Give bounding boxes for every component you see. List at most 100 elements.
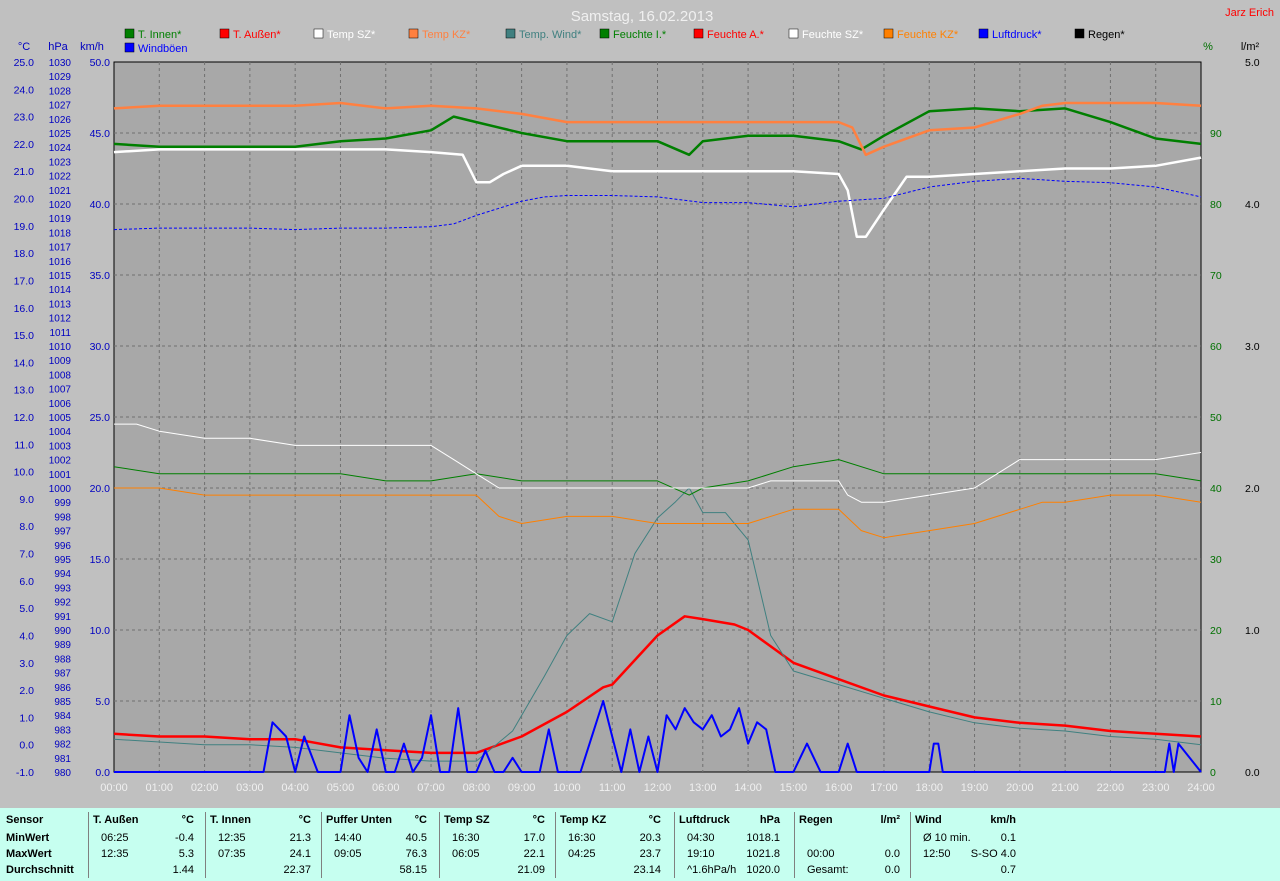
- stats-time: 07:35: [218, 848, 246, 860]
- temp-tick-label: 7.0: [19, 549, 34, 561]
- stats-value: 0.7: [1000, 864, 1016, 876]
- pressure-tick-label: 1001: [49, 470, 72, 481]
- stats-time: 12:50: [923, 848, 951, 860]
- temp-tick-label: 5.0: [19, 603, 34, 615]
- wind-tick-label: 40.0: [90, 199, 111, 211]
- wind-tick-label: 0.0: [95, 767, 110, 779]
- pressure-tick-label: 1014: [49, 285, 72, 296]
- humidity-tick-label: 50: [1210, 412, 1222, 424]
- humidity-tick-label: 0: [1210, 767, 1216, 779]
- rain-tick-label: 0.0: [1245, 767, 1260, 779]
- wind-tick-label: 25.0: [90, 412, 111, 424]
- x-tick-label: 06:00: [372, 782, 400, 794]
- stats-value: 58.15: [399, 864, 427, 876]
- stats-row: 16:30 17.0: [441, 832, 553, 847]
- temp-tick-label: 17.0: [14, 275, 35, 287]
- stats-time: 19:10: [687, 848, 715, 860]
- temp-tick-label: 10.0: [14, 467, 35, 479]
- legend-swatch: [599, 28, 610, 39]
- legend-swatch: [408, 28, 419, 39]
- temp-tick-label: 25.0: [14, 57, 35, 69]
- x-tick-label: 15:00: [780, 782, 808, 794]
- legend-label: Feuchte I.*: [613, 29, 667, 41]
- pressure-tick-label: 1006: [49, 399, 72, 410]
- pressure-tick-label: 1025: [49, 129, 72, 140]
- pressure-tick-label: 1029: [49, 72, 72, 83]
- pressure-tick-label: 1003: [49, 441, 72, 452]
- temp-tick-label: 11.0: [14, 439, 34, 451]
- pressure-tick-label: 1022: [49, 172, 72, 183]
- stats-value: 23.14: [633, 864, 661, 876]
- pressure-tick-label: 1026: [49, 115, 72, 126]
- temp-tick-label: 6.0: [19, 576, 34, 588]
- x-tick-label: 20:00: [1006, 782, 1034, 794]
- temp-tick-label: 14.0: [14, 357, 35, 369]
- stats-time: Ø 10 min.: [923, 832, 971, 844]
- stats-row: 00:00 0.0: [796, 848, 908, 863]
- legend-swatch: [788, 28, 799, 39]
- axis-unit-pressure: hPa: [48, 41, 68, 53]
- stats-row: ^1.6hPa/h 1020.0: [676, 864, 788, 879]
- legend-label: T. Außen*: [233, 29, 281, 41]
- x-tick-label: 17:00: [870, 782, 898, 794]
- pressure-tick-label: 986: [54, 683, 71, 694]
- pressure-tick-label: 981: [54, 754, 71, 765]
- x-tick-label: 21:00: [1051, 782, 1079, 794]
- pressure-tick-label: 1017: [49, 243, 72, 254]
- pressure-tick-label: 1016: [49, 257, 72, 268]
- legend-label: Luftdruck*: [992, 29, 1042, 41]
- legend-label: Regen*: [1088, 29, 1125, 41]
- legend-label: T. Innen*: [138, 29, 182, 41]
- stats-row: 06:25 -0.4: [90, 832, 202, 847]
- stats-value: 40.5: [405, 832, 427, 844]
- temp-tick-label: 15.0: [14, 330, 35, 342]
- stats-separator: [88, 812, 89, 878]
- x-tick-label: 08:00: [463, 782, 491, 794]
- stats-column: Puffer Unten °C 14:40 40.5 09:05 76.3 58.15: [323, 814, 435, 880]
- pressure-tick-label: 1000: [49, 484, 72, 495]
- stats-time: 04:25: [568, 848, 596, 860]
- legend-label: Feuchte SZ*: [802, 29, 864, 41]
- pressure-tick-label: 1009: [49, 356, 72, 367]
- legend-swatch: [693, 28, 704, 39]
- stats-row: 04:30 1018.1: [676, 832, 788, 847]
- stats-time: 06:05: [452, 848, 480, 860]
- stats-column: T. Außen °C 06:25 -0.4 12:35 5.3 1.44: [90, 814, 202, 880]
- stats-value: 21.09: [517, 864, 545, 876]
- x-tick-label: 24:00: [1187, 782, 1215, 794]
- pressure-tick-label: 1019: [49, 214, 72, 225]
- stats-value: 20.3: [639, 832, 661, 844]
- x-tick-label: 14:00: [734, 782, 762, 794]
- pressure-tick-label: 1015: [49, 271, 72, 282]
- rain-tick-label: 5.0: [1245, 57, 1260, 69]
- legend-swatch: [505, 28, 516, 39]
- pressure-tick-label: 1007: [49, 385, 72, 396]
- pressure-tick-label: 1013: [49, 299, 72, 310]
- pressure-tick-label: 992: [54, 598, 71, 609]
- stats-value: 23.7: [639, 848, 661, 860]
- legend-swatch: [978, 28, 989, 39]
- wind-tick-label: 30.0: [90, 341, 111, 353]
- pressure-tick-label: 982: [54, 740, 71, 751]
- temp-tick-label: 1.0: [19, 712, 34, 724]
- pressure-tick-label: 993: [54, 583, 71, 594]
- stats-row: 14:40 40.5: [323, 832, 435, 847]
- pressure-tick-label: 1005: [49, 413, 72, 424]
- pressure-tick-label: 995: [54, 555, 71, 566]
- stats-value: S-SO 4.0: [970, 848, 1016, 860]
- pressure-tick-label: 1002: [49, 456, 72, 467]
- legend-swatch: [883, 28, 894, 39]
- wind-tick-label: 20.0: [90, 483, 111, 495]
- stats-row: 16:30 20.3: [557, 832, 669, 847]
- temp-tick-label: 16.0: [14, 303, 35, 315]
- stats-value: 1018.1: [746, 832, 780, 844]
- temp-tick-label: 21.0: [14, 166, 35, 178]
- author-label: Jarz Erich: [1225, 7, 1274, 19]
- axis-unit-temp: °C: [18, 41, 30, 53]
- weather-chart: 00:00 01:00 02:00 03:00 04:00 05:00 06:00 07:00…: [14, 7, 1274, 794]
- legend-label: Feuchte KZ*: [897, 29, 959, 41]
- legend-label: Temp KZ*: [422, 29, 471, 41]
- stats-value: 21.3: [289, 832, 311, 844]
- stats-row: 12:50 S-SO 4.0: [912, 848, 1024, 863]
- legend-swatch: [124, 28, 135, 39]
